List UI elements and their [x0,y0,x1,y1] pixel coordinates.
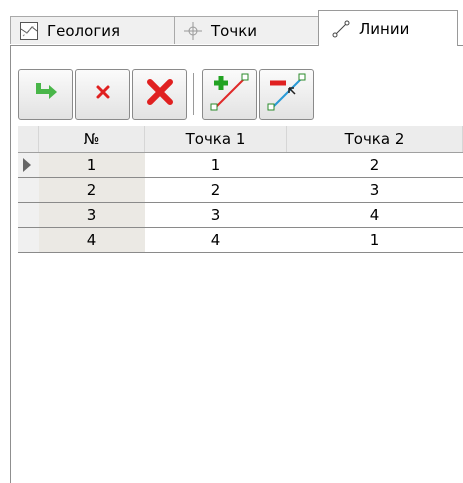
delete-all-button[interactable] [132,68,187,120]
tab-points[interactable]: Точки [174,16,320,44]
cell-point2[interactable]: 4 [286,202,463,228]
table-row[interactable]: 1 1 2 [18,152,463,178]
row-indicator [18,202,39,228]
cell-point1[interactable]: 1 [144,152,287,178]
cell-point1[interactable]: 3 [144,202,287,228]
point-crosshair-icon [183,21,203,41]
geology-icon [19,21,39,41]
tab-points-label: Точки [211,21,258,40]
table-row[interactable]: 3 3 4 [18,202,463,228]
row-indicator [18,227,39,253]
small-red-x-icon [93,82,113,106]
cell-point1[interactable]: 2 [144,177,287,203]
row-indicator [18,177,39,203]
table-row[interactable]: 2 2 3 [18,177,463,203]
cell-point2[interactable]: 2 [286,152,463,178]
big-red-x-icon [145,77,175,111]
add-line-icon [208,70,252,118]
green-arrow-icon [32,80,60,108]
toolbar [18,68,316,120]
tab-geology-label: Геология [47,21,120,40]
cell-number[interactable]: 1 [38,152,145,178]
toolbar-separator [193,73,197,115]
row-indicator-header [18,126,39,153]
table-row[interactable]: 4 4 1 [18,227,463,253]
column-header-point1[interactable]: Точка 1 [144,126,287,153]
add-line-button[interactable] [202,68,257,120]
tab-lines-label: Линии [359,19,410,38]
delete-button[interactable] [75,68,130,120]
cell-number[interactable]: 2 [38,177,145,203]
column-header-point2[interactable]: Точка 2 [286,126,463,153]
tab-lines[interactable]: Линии [318,10,458,46]
cell-point1[interactable]: 4 [144,227,287,253]
remove-line-icon [265,70,309,118]
column-header-number[interactable]: № [38,126,145,153]
table-header-row: № Точка 1 Точка 2 [18,126,463,153]
tab-geology[interactable]: Геология [10,16,175,44]
apply-button[interactable] [18,68,73,120]
cell-point2[interactable]: 3 [286,177,463,203]
current-row-arrow-icon [23,158,31,172]
lines-table[interactable]: № Точка 1 Точка 2 1 1 2 2 2 3 3 3 4 4 4 … [18,126,463,253]
remove-line-button[interactable] [259,68,314,120]
cell-number[interactable]: 3 [38,202,145,228]
cell-point2[interactable]: 1 [286,227,463,253]
cell-number[interactable]: 4 [38,227,145,253]
row-indicator [18,152,39,178]
line-icon [331,19,351,39]
